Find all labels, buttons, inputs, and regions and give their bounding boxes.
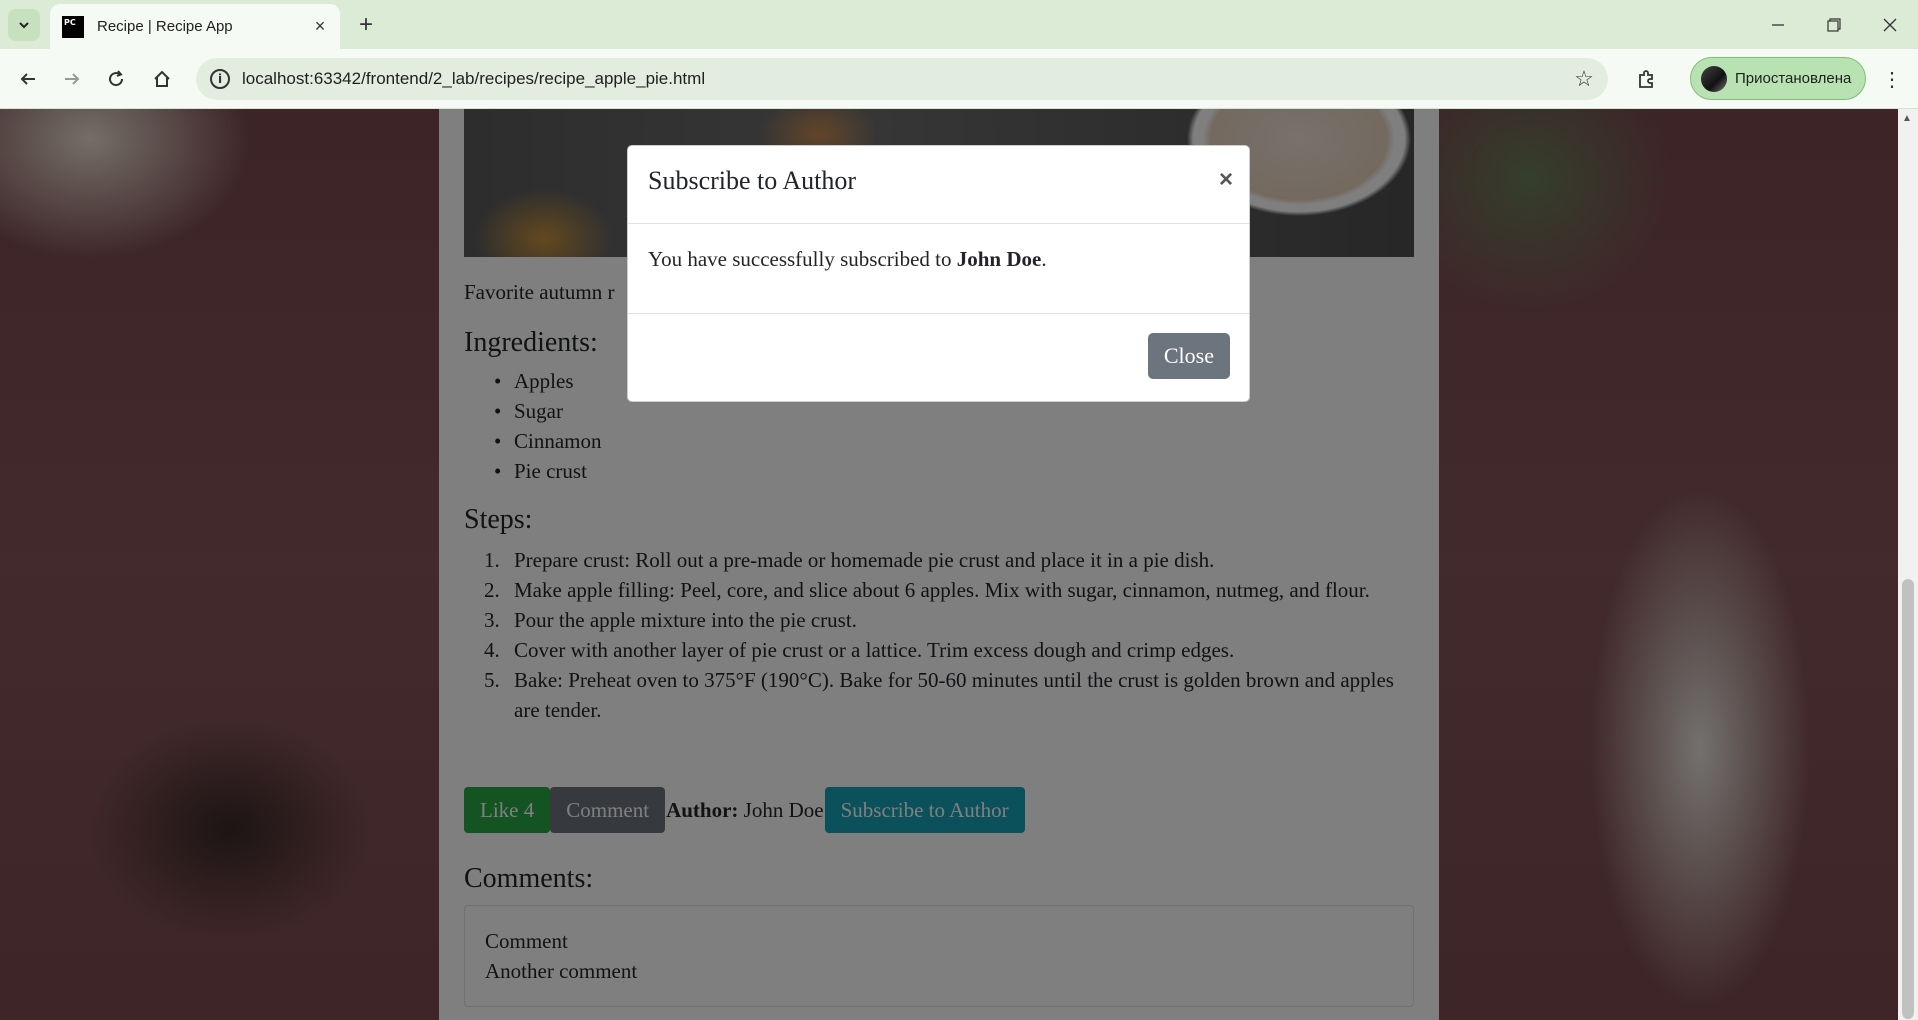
scrollbar-thumb[interactable]	[1902, 579, 1914, 1019]
close-button[interactable]: Close	[1147, 333, 1230, 379]
avatar	[1701, 65, 1727, 92]
scroll-up-arrow-icon[interactable]: ▲	[1902, 113, 1912, 124]
address-bar[interactable]: i localhost:63342/frontend/2_lab/recipes…	[196, 58, 1608, 100]
modal-author-name: John Doe	[956, 247, 1042, 271]
restore-icon[interactable]	[1806, 0, 1862, 49]
more-menu-icon[interactable]: ⋮	[1876, 63, 1908, 95]
modal-body: You have successfully subscribed to John…	[628, 224, 1249, 314]
url-text[interactable]: localhost:63342/frontend/2_lab/recipes/r…	[242, 69, 705, 89]
profile-button[interactable]: Приостановлена	[1690, 57, 1866, 100]
browser-tab[interactable]: PC Recipe | Recipe App ×	[50, 4, 340, 49]
new-tab-icon[interactable]: +	[352, 11, 380, 39]
back-arrow-icon[interactable]	[12, 63, 44, 95]
modal-footer: Close	[628, 314, 1249, 401]
reload-icon[interactable]	[100, 63, 132, 95]
modal-message-end: .	[1041, 247, 1047, 271]
tab-title: Recipe | Recipe App	[97, 18, 233, 35]
forward-arrow-icon[interactable]	[56, 63, 88, 95]
modal-close-icon[interactable]: ×	[1219, 166, 1233, 194]
browser-toolbar: i localhost:63342/frontend/2_lab/recipes…	[0, 49, 1918, 109]
extensions-puzzle-icon[interactable]	[1630, 63, 1662, 95]
tab-strip: PC Recipe | Recipe App × +	[0, 0, 1918, 49]
tab-search-button[interactable]	[8, 9, 40, 41]
subscribe-modal: Subscribe to Author × You have successfu…	[627, 145, 1250, 402]
tab-close-icon[interactable]: ×	[310, 16, 330, 37]
modal-message: You have successfully subscribed to	[648, 247, 952, 271]
chevron-down-icon	[19, 22, 29, 29]
profile-status-label: Приостановлена	[1735, 70, 1852, 87]
site-info-icon[interactable]: i	[210, 69, 230, 89]
pycharm-favicon-icon: PC	[62, 15, 84, 38]
modal-title: Subscribe to Author	[648, 166, 856, 195]
home-icon[interactable]	[146, 63, 178, 95]
close-window-icon[interactable]	[1862, 0, 1918, 49]
bookmark-star-icon[interactable]: ☆	[1570, 65, 1598, 93]
modal-header: Subscribe to Author ×	[628, 146, 1249, 224]
page-scrollbar[interactable]: ▲	[1898, 109, 1918, 1020]
minimize-icon[interactable]	[1750, 0, 1806, 49]
